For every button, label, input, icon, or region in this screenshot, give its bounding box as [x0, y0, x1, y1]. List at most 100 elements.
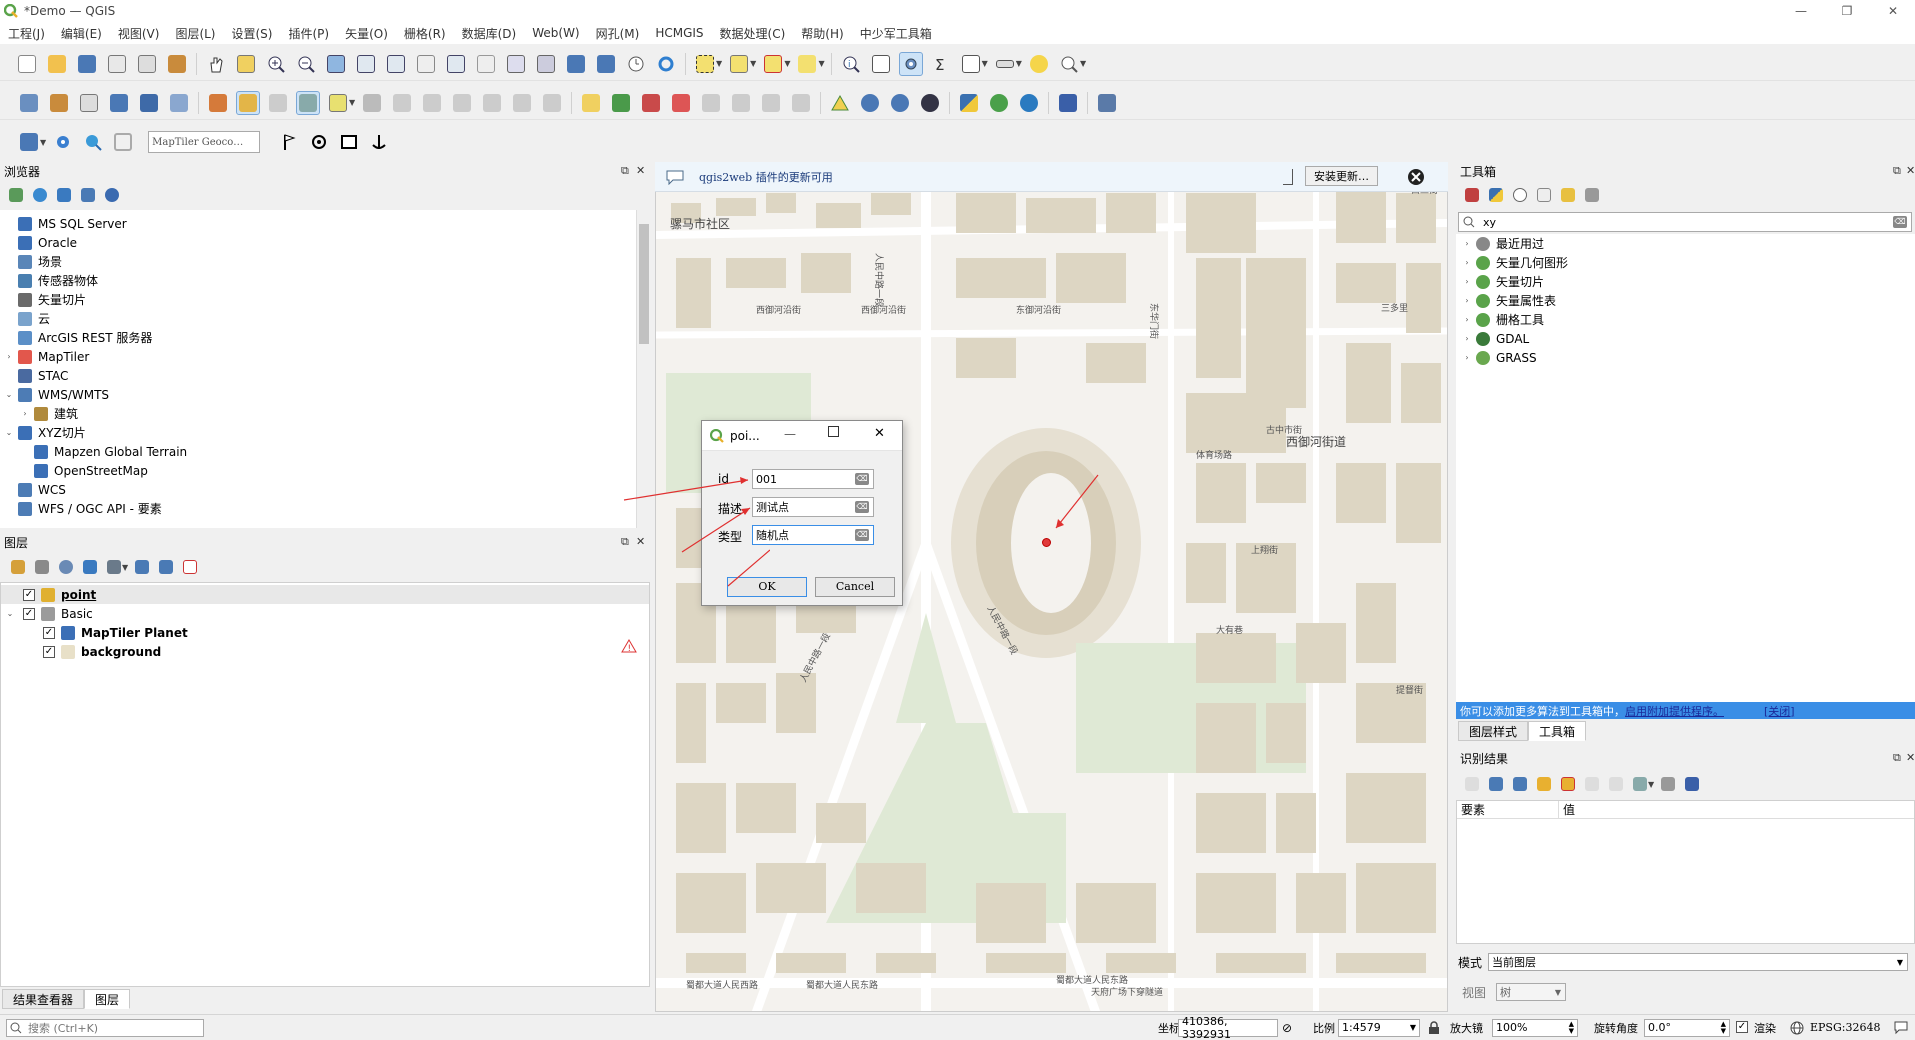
save-project-button[interactable]: [75, 52, 99, 76]
browser-item[interactable]: ⌄ XYZ切片: [0, 423, 650, 442]
remove-layer-button[interactable]: [181, 558, 199, 576]
lock-icon[interactable]: [1428, 1021, 1440, 1035]
toolbox-search-input[interactable]: xy ⌫: [1458, 212, 1912, 232]
toggle-editing-button[interactable]: [236, 90, 260, 115]
map-frame-button[interactable]: [337, 130, 361, 154]
statistics-button[interactable]: Σ: [929, 52, 953, 76]
enable-providers-link[interactable]: 启用附加提供程序。: [1625, 703, 1724, 719]
diagram-button[interactable]: [609, 91, 633, 115]
expand-arrow-icon[interactable]: ›: [1462, 334, 1472, 343]
menu-custom-toolbox[interactable]: 中少军工具箱: [852, 25, 940, 42]
layer-item[interactable]: ⌄ ✓ Basic: [1, 604, 649, 623]
restore-button[interactable]: ❐: [1824, 0, 1870, 22]
map-tips-button[interactable]: [1027, 52, 1051, 76]
options-button[interactable]: [1583, 186, 1601, 204]
menu-settings[interactable]: 设置(S): [224, 25, 281, 42]
expand-arrow-icon[interactable]: ›: [1462, 353, 1472, 362]
menu-processing[interactable]: 数据处理(C): [712, 25, 794, 42]
toolbox-item[interactable]: › 矢量切片: [1456, 272, 1915, 291]
expand-arrow-icon[interactable]: ›: [4, 352, 14, 361]
network-graph-button[interactable]: [1017, 91, 1041, 115]
zoom-last-button[interactable]: [444, 52, 468, 76]
clear-field-icon[interactable]: ⌫: [855, 501, 869, 513]
field-id-input[interactable]: 001 ⌫: [752, 469, 874, 489]
copy-button[interactable]: [450, 91, 474, 115]
digitize-options-button[interactable]: [360, 91, 384, 115]
dialog-close-button[interactable]: ✕: [874, 426, 885, 441]
toolbox-item[interactable]: › GRASS: [1456, 348, 1915, 367]
help-button[interactable]: [1056, 91, 1080, 115]
coordinate-toggle-icon[interactable]: ⊘: [1282, 1021, 1292, 1035]
filter-browser-button[interactable]: [55, 186, 73, 204]
network-tool-button[interactable]: [918, 91, 942, 115]
expand-tree-button[interactable]: [1487, 775, 1505, 793]
identify-mode-button[interactable]: [1631, 775, 1649, 793]
browser-item[interactable]: STAC: [0, 366, 650, 385]
toolbox-item[interactable]: › 最近用过: [1456, 234, 1915, 253]
browser-item[interactable]: Mapzen Global Terrain: [0, 442, 650, 461]
select-location-button[interactable]: [795, 52, 819, 76]
geocoder-input[interactable]: MapTiler Geoco…: [148, 131, 261, 153]
globe-tool-button[interactable]: [858, 91, 882, 115]
clear-field-icon[interactable]: ⌫: [855, 529, 869, 541]
browser-item[interactable]: MS SQL Server: [0, 214, 650, 233]
identify-button[interactable]: i: [839, 52, 863, 76]
add-selected-button[interactable]: [7, 186, 25, 204]
expand-arrow-icon[interactable]: ›: [1462, 239, 1472, 248]
layer-styling-button[interactable]: [9, 558, 27, 576]
expand-arrow-icon[interactable]: ›: [1462, 315, 1472, 324]
current-edits-button[interactable]: [206, 91, 230, 115]
view-select[interactable]: 树 ▼: [1496, 983, 1567, 1001]
data-source-manager-button[interactable]: [17, 91, 41, 115]
expand-new-button[interactable]: [1535, 775, 1553, 793]
python-console-button[interactable]: [957, 91, 981, 115]
menu-edit[interactable]: 编辑(E): [53, 25, 110, 42]
warning-icon[interactable]: !: [621, 639, 637, 653]
pan-to-selection-button[interactable]: [234, 52, 258, 76]
chevron-down-icon[interactable]: ▼: [40, 138, 46, 147]
edit-features-in-place-button[interactable]: [1559, 186, 1577, 204]
add-raster-button[interactable]: [137, 91, 161, 115]
menu-vector[interactable]: 矢量(O): [337, 25, 396, 42]
layer-visibility-checkbox[interactable]: ✓: [23, 588, 35, 601]
chevron-down-icon[interactable]: ▼: [784, 59, 790, 68]
measure-button[interactable]: [993, 52, 1017, 76]
browser-item[interactable]: OpenStreetMap: [0, 461, 650, 480]
layer-visibility-checkbox[interactable]: ✓: [23, 607, 35, 620]
open-project-button[interactable]: [45, 52, 69, 76]
zoom-native-button[interactable]: [414, 52, 438, 76]
add-layer-stack-button[interactable]: [17, 130, 41, 154]
toolbox-item[interactable]: › 矢量属性表: [1456, 291, 1915, 310]
temporal-controller-button[interactable]: [624, 52, 648, 76]
field-desc-input[interactable]: 测试点 ⌫: [752, 497, 874, 517]
triangle-tool-button[interactable]: [828, 91, 852, 115]
rotation-field[interactable]: 0.0° ▲ ▼: [1644, 1018, 1730, 1037]
new-bookmark-button[interactable]: [564, 52, 588, 76]
expand-arrow-icon[interactable]: ›: [1462, 296, 1472, 305]
style-manager-button[interactable]: [165, 52, 189, 76]
refresh-browser-button[interactable]: [31, 186, 49, 204]
menu-layer[interactable]: 图层(L): [167, 25, 223, 42]
undo-button[interactable]: [510, 91, 534, 115]
menu-hcmgis[interactable]: HCMGIS: [647, 26, 711, 40]
browser-item[interactable]: ⌄ WMS/WMTS: [0, 385, 650, 404]
cancel-button[interactable]: Cancel: [815, 577, 895, 597]
layer-visibility-checkbox[interactable]: ✓: [43, 626, 55, 639]
browser-item[interactable]: 云: [0, 309, 650, 328]
dialog-maximize-button[interactable]: [828, 426, 839, 437]
filter-legend-button[interactable]: [81, 558, 99, 576]
label-button[interactable]: [579, 91, 603, 115]
expand-arrow-icon[interactable]: ›: [1462, 258, 1472, 267]
chevron-down-icon[interactable]: ▼: [122, 563, 128, 572]
attribute-table-button[interactable]: [869, 52, 893, 76]
globe-tool-2-button[interactable]: [888, 91, 912, 115]
zoom-in-button[interactable]: [264, 52, 288, 76]
chevron-down-icon[interactable]: ▼: [349, 98, 355, 107]
vertex-tool-button[interactable]: [326, 91, 350, 115]
properties-button[interactable]: [103, 186, 121, 204]
toolbox-item[interactable]: › 栅格工具: [1456, 310, 1915, 329]
expand-all-button[interactable]: [133, 558, 151, 576]
close-info-link[interactable]: [关闭]: [1764, 703, 1795, 719]
history-button[interactable]: [1511, 186, 1529, 204]
browser-item[interactable]: 矢量切片: [0, 290, 650, 309]
